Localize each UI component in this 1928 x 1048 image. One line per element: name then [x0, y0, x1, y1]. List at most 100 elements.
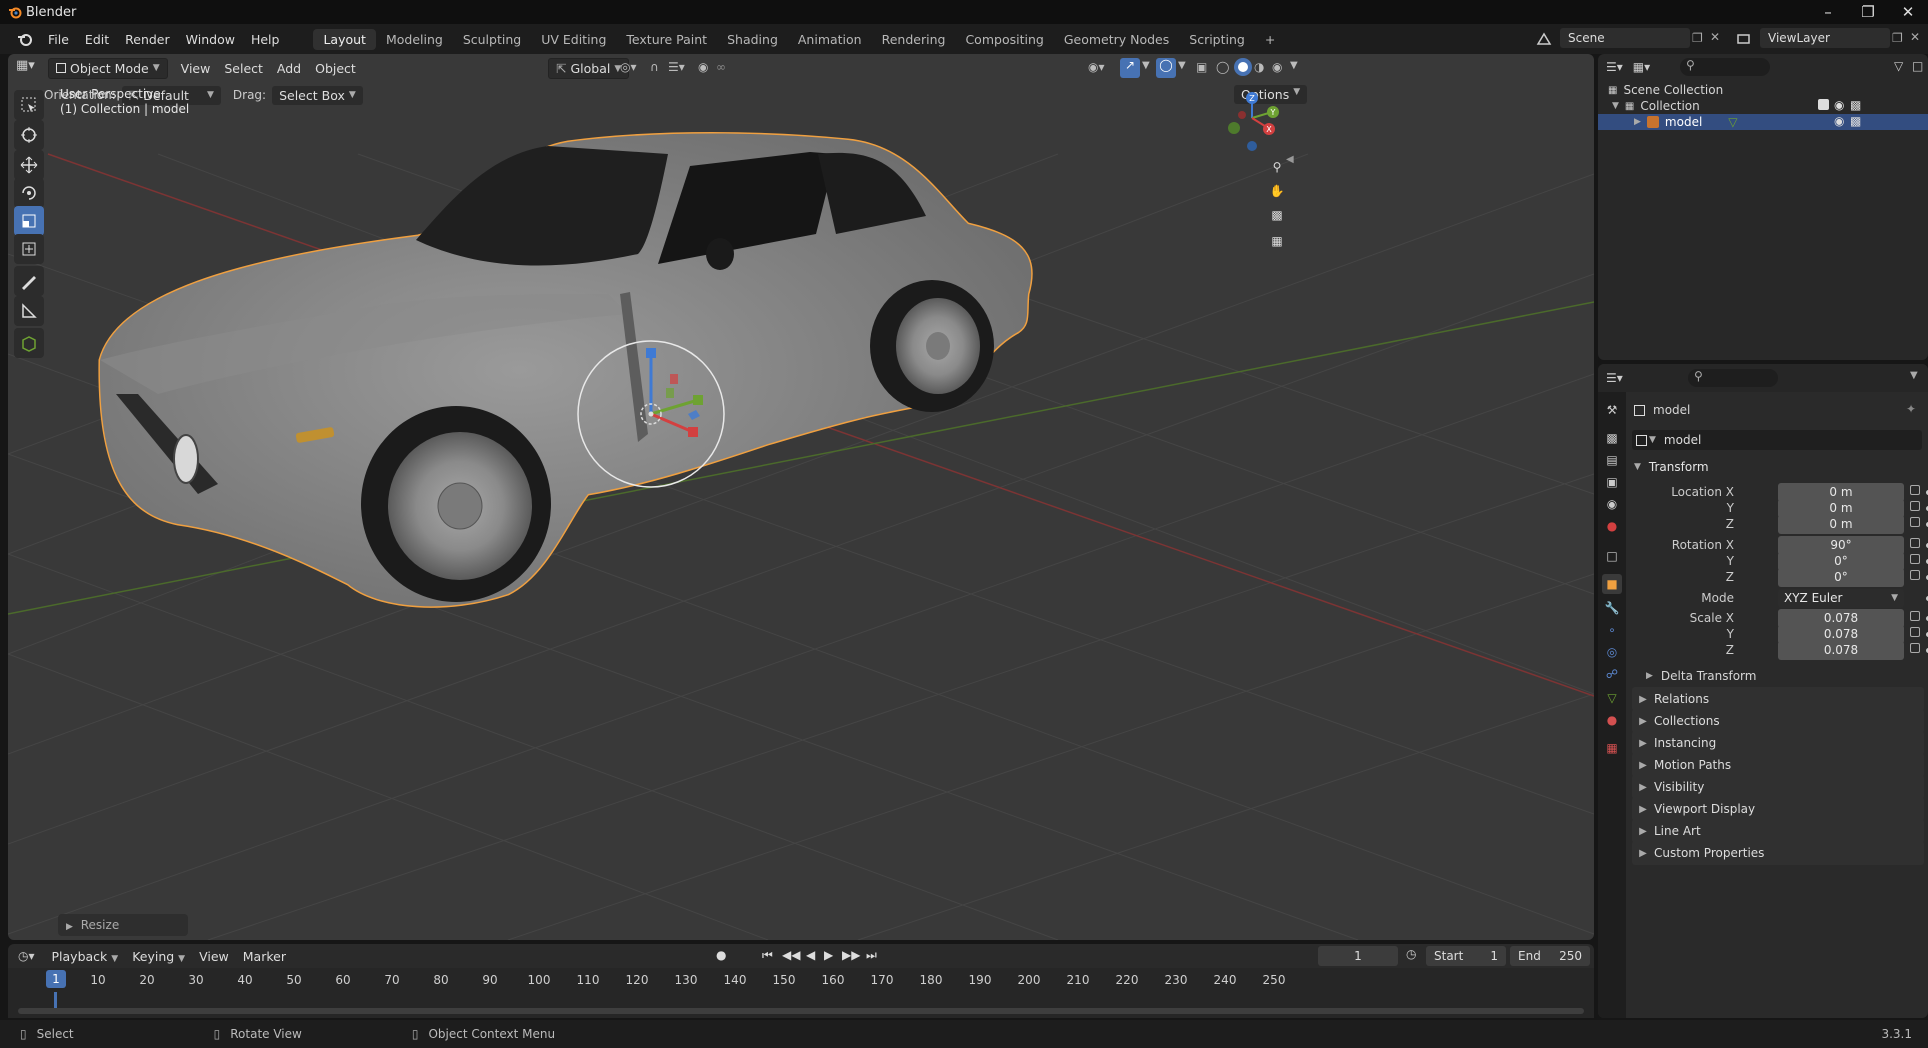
perspective-grid-icon[interactable]: ▦ — [1264, 228, 1290, 254]
render-tab-icon[interactable]: ▩ — [1602, 428, 1622, 448]
menu-playback[interactable]: Playback ▼ — [45, 947, 126, 966]
chevron-down-icon[interactable]: ▼ — [1142, 60, 1150, 71]
scale-tool[interactable] — [14, 206, 44, 236]
outliner-row-collection[interactable]: ▼ ▦ Collection ◉ ▩ — [1598, 98, 1928, 114]
lock-icon[interactable] — [1910, 611, 1920, 621]
camera-icon[interactable]: ▩ — [1264, 202, 1290, 228]
outliner-row-model[interactable]: ▶ model ▽ ◉ ▩ — [1598, 114, 1928, 130]
tab-modeling[interactable]: Modeling — [376, 29, 453, 50]
menu-timeline-view[interactable]: View — [192, 947, 236, 966]
menu-add[interactable]: Add — [270, 59, 308, 78]
viewlayer-icon[interactable] — [1734, 29, 1754, 49]
annotate-tool[interactable] — [14, 266, 44, 296]
scene-icon[interactable] — [1534, 29, 1554, 49]
delta-transform-subpanel[interactable]: ▶ Delta Transform — [1646, 666, 1924, 686]
menu-file[interactable]: File — [40, 32, 77, 47]
select-box-tool[interactable] — [14, 90, 44, 120]
falloff-icon[interactable]: ∞ — [716, 60, 726, 74]
outliner-editor-icon[interactable]: ☰▾ — [1606, 60, 1623, 74]
navigation-gizmo[interactable]: Z Y X — [1220, 90, 1284, 154]
chevron-down-icon[interactable]: ▼ — [1178, 60, 1186, 71]
eye-icon[interactable]: ◉ — [1834, 98, 1844, 112]
display-mode-icon[interactable]: ▦▾ — [1633, 60, 1650, 74]
expand-chevron-icon[interactable]: ▶ — [1634, 117, 1641, 127]
tab-rendering[interactable]: Rendering — [872, 29, 956, 50]
menu-object[interactable]: Object — [308, 59, 363, 78]
tab-geometry-nodes[interactable]: Geometry Nodes — [1054, 29, 1179, 50]
transform-panel-header[interactable]: ▼ Transform — [1632, 456, 1924, 478]
menu-view[interactable]: View — [174, 59, 218, 78]
tab-scripting[interactable]: Scripting — [1179, 29, 1255, 50]
object-tab-icon[interactable]: ■ — [1602, 574, 1622, 594]
tab-compositing[interactable]: Compositing — [955, 29, 1053, 50]
visibility-selectability-icon[interactable]: ◉▾ — [1088, 60, 1105, 74]
custom-properties-panel[interactable]: ▶ Custom Properties — [1632, 841, 1924, 865]
collection-tab-icon[interactable]: □ — [1602, 546, 1622, 566]
exclude-checkbox[interactable] — [1818, 99, 1829, 110]
menu-render[interactable]: Render — [117, 32, 178, 47]
render-camera-icon[interactable]: ▩ — [1850, 114, 1861, 128]
delete-viewlayer-icon[interactable]: ✕ — [1910, 30, 1920, 44]
delete-scene-icon[interactable]: ✕ — [1710, 30, 1720, 44]
end-frame-field[interactable]: End 250 — [1510, 946, 1590, 966]
add-workspace-button[interactable]: + — [1255, 29, 1285, 50]
view-layer-tab-icon[interactable]: ▣ — [1602, 472, 1622, 492]
material-tab-icon[interactable]: ● — [1602, 710, 1622, 730]
rotate-tool[interactable] — [14, 178, 44, 208]
proportional-edit-icon[interactable]: ◉ — [698, 60, 708, 74]
location-z-field[interactable]: 0 m — [1778, 514, 1904, 534]
datablock-field[interactable]: ▼ model — [1632, 430, 1922, 450]
start-frame-field[interactable]: Start 1 — [1426, 946, 1506, 966]
stopwatch-icon[interactable]: ◷ — [1406, 947, 1416, 961]
menu-window[interactable]: Window — [178, 32, 243, 47]
world-tab-icon[interactable]: ● — [1602, 516, 1622, 536]
jump-keyframe-forward-icon[interactable]: ▶▶ — [842, 948, 860, 962]
constraints-tab-icon[interactable]: ☍ — [1602, 664, 1622, 684]
motion-paths-panel[interactable]: ▶ Motion Paths — [1632, 753, 1924, 777]
play-icon[interactable]: ▶ — [824, 948, 833, 962]
measure-tool[interactable] — [14, 296, 44, 326]
tab-shading[interactable]: Shading — [717, 29, 788, 50]
lock-icon[interactable] — [1910, 643, 1920, 653]
current-frame-field[interactable]: 1 — [1318, 946, 1398, 966]
lock-icon[interactable] — [1910, 554, 1920, 564]
pivot-point-icon[interactable]: ◎▾ — [620, 60, 637, 74]
cursor-tool[interactable] — [14, 120, 44, 150]
last-operator-panel[interactable]: ▶ Resize — [58, 914, 188, 936]
modifier-tab-icon[interactable]: 🔧 — [1602, 598, 1622, 618]
menu-keying[interactable]: Keying ▼ — [125, 947, 192, 966]
tab-layout[interactable]: Layout — [313, 28, 376, 50]
output-tab-icon[interactable]: ▤ — [1602, 450, 1622, 470]
lock-icon[interactable] — [1910, 485, 1920, 495]
instancing-panel[interactable]: ▶ Instancing — [1632, 731, 1924, 755]
mode-dropdown[interactable]: Object Mode ▼ — [48, 57, 168, 79]
lock-icon[interactable] — [1910, 538, 1920, 548]
physics-tab-icon[interactable]: ◎ — [1602, 642, 1622, 662]
properties-search-input[interactable]: ⚲ — [1688, 369, 1778, 387]
scene-field[interactable]: Scene — [1560, 28, 1690, 48]
lock-icon[interactable] — [1910, 570, 1920, 580]
scene-tab-icon[interactable]: ◉ — [1602, 494, 1622, 514]
add-cube-tool[interactable] — [14, 328, 44, 358]
transform-orientation-dropdown[interactable]: ⇱ Global ▼ — [548, 58, 630, 79]
restore-button[interactable]: ❐ — [1848, 0, 1888, 24]
tab-texture-paint[interactable]: Texture Paint — [616, 29, 717, 50]
close-button[interactable]: ✕ — [1888, 0, 1928, 24]
blender-menu-icon[interactable] — [16, 30, 34, 48]
relations-panel[interactable]: ▶ Relations — [1632, 687, 1924, 711]
transform-tool[interactable] — [14, 234, 44, 264]
outliner-row-scene-collection[interactable]: ▦ Scene Collection — [1598, 82, 1928, 98]
playhead[interactable]: 1 — [46, 970, 66, 988]
timeline-editor-icon[interactable]: ◷▾ — [18, 949, 35, 963]
new-collection-icon[interactable]: □ — [1912, 59, 1923, 73]
xray-icon[interactable]: ▣ — [1196, 60, 1207, 74]
tab-animation[interactable]: Animation — [788, 29, 872, 50]
tool-tab-icon[interactable]: ⚒ — [1602, 400, 1622, 420]
lock-icon[interactable] — [1910, 517, 1920, 527]
filter-icon[interactable]: ▽ — [1894, 59, 1903, 73]
jump-keyframe-back-icon[interactable]: ◀◀ — [782, 948, 800, 962]
viewport-display-panel[interactable]: ▶ Viewport Display — [1632, 797, 1924, 821]
editor-type-icon[interactable]: ▦▾ — [16, 58, 42, 78]
new-viewlayer-icon[interactable]: ❐ — [1892, 31, 1903, 45]
texture-tab-icon[interactable]: ▦ — [1602, 738, 1622, 758]
